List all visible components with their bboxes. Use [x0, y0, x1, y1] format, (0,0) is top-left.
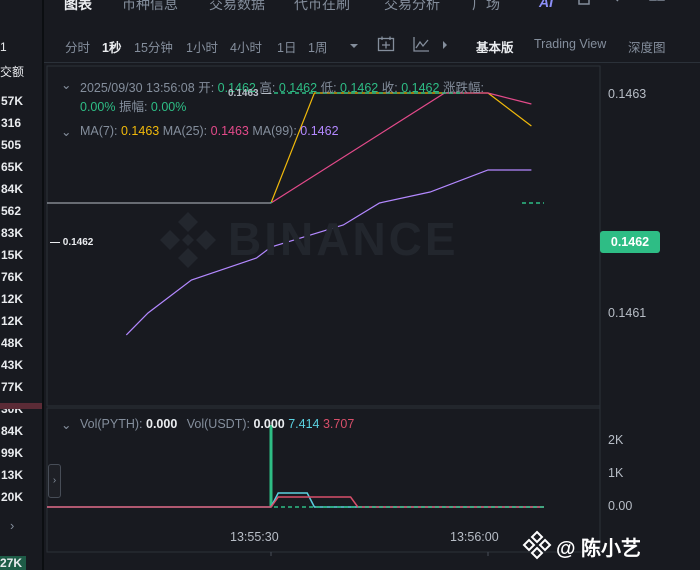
strip-value: 65K [1, 160, 24, 174]
ma99-label: MA(99): [252, 124, 297, 138]
strip-value: 57K [1, 94, 24, 108]
low-value: 0.1462 [340, 81, 379, 95]
series-line-ma25 [270, 92, 532, 204]
vol-pyth-value: 0.000 [146, 417, 178, 431]
order-book-strip: 1 交额 57K 316 505 65K 84K 562 83K 15K 76K 12K 12K 48… [0, 0, 44, 570]
strip-value: 43K [1, 358, 24, 372]
high-value: 0.1462 [278, 81, 318, 95]
low-marker: — 0.1462 [50, 237, 94, 248]
ma-legend: MA(7): 0.1463 MA(25): 0.1463 MA(99): 0.1… [80, 124, 339, 138]
close-label: 收: [381, 81, 398, 95]
price-chart[interactable]: BINANCE ⌄ 2025/09/30 13:56:08 开: 0.1462 … [44, 0, 700, 570]
volume-line-1 [47, 496, 544, 508]
expand-pane-button[interactable]: › [48, 464, 61, 498]
strip-subheader: 交额 [0, 65, 25, 79]
price-tick: 0.1461 [608, 306, 647, 320]
strip-value: 12K [1, 314, 24, 328]
strip-value: 12K [1, 292, 24, 306]
strip-value: 84K [1, 424, 24, 438]
strip-value: 76K [1, 270, 24, 284]
change-label: 涨跌幅: [442, 81, 484, 95]
volume-bar [269, 425, 273, 507]
strip-value: 48K [1, 336, 24, 350]
collapse-chevron-icon[interactable]: ⌄ [61, 77, 71, 92]
chart-panel: 图表 币种信息 交易数据 代币在刷 交易分析 广场 AI 分时 1秒 15分钟 … [44, 0, 700, 570]
volume-tick: 2K [608, 433, 624, 447]
binance-square-icon [522, 530, 552, 560]
strip-value: 20K [1, 490, 24, 504]
volume-tick: 0.00 [608, 499, 633, 513]
strip-value: 15K [1, 248, 24, 262]
strip-value: 13K [1, 468, 24, 482]
ma25-label: MA(25): [162, 124, 208, 138]
strip-value: 77K [1, 380, 24, 394]
ohlc-legend: 2025/09/30 13:56:08 开: 0.1462 高: 0.1462 … [80, 77, 484, 96]
amplitude-value: 0.00% [150, 100, 187, 114]
ma7-label: MA(7): [80, 124, 118, 138]
ohlc-datetime: 2025/09/30 13:56:08 [80, 81, 195, 95]
strip-header: 1 [0, 40, 7, 54]
ohlc-legend-2: 0.00% 振幅: 0.00% [80, 96, 186, 115]
volume-tick: 1K [608, 466, 624, 480]
author-credit: @ 陈小艺 [516, 526, 700, 560]
vol-usdt-label: Vol(USDT): [186, 417, 250, 431]
change-value: 0.00% [80, 100, 116, 114]
volume-legend: Vol(PYTH): 0.000 Vol(USDT): 0.000 7.414 … [80, 417, 354, 431]
ma-collapse-icon[interactable]: ⌄ [61, 124, 71, 139]
open-label: 开: [198, 81, 215, 95]
strip-value: 83K [1, 226, 24, 240]
watermark: BINANCE [228, 213, 459, 265]
binance-logo-icon [160, 212, 216, 268]
chevron-right-icon[interactable]: › [10, 518, 14, 533]
high-marker: 0.1463 — [228, 88, 272, 99]
low-label: 低: [320, 81, 337, 95]
ma99-value: 0.1462 [300, 124, 339, 138]
ma7-value: 0.1463 [120, 124, 160, 138]
volume-line-0 [47, 492, 544, 508]
strip-value: 99K [1, 446, 24, 460]
current-price-tag: 0.1462 [600, 231, 660, 253]
vol-usdt-value: 0.000 [253, 417, 285, 431]
strip-highlight-bar [0, 403, 42, 409]
strip-value: 505 [1, 138, 22, 152]
strip-bottom-value: 27K [0, 556, 26, 570]
time-tick: 13:56:00 [450, 530, 499, 544]
strip-value: 562 [1, 204, 22, 218]
series-line-ma7 [270, 92, 532, 204]
close-value: 0.1462 [401, 81, 440, 95]
ma25-value: 0.1463 [210, 124, 249, 138]
time-tick: 13:55:30 [230, 530, 279, 544]
credit-text: @ 陈小艺 [556, 538, 642, 560]
price-tick: 0.1463 [608, 87, 647, 101]
strip-value: 84K [1, 182, 24, 196]
vol-v2-value: 3.707 [322, 417, 355, 431]
amplitude-label: 振幅: [118, 100, 148, 114]
vol-v1-value: 7.414 [288, 417, 320, 431]
vol-collapse-icon[interactable]: ⌄ [61, 417, 71, 432]
strip-value: 316 [1, 116, 22, 130]
vol-pyth-label: Vol(PYTH): [80, 417, 143, 431]
